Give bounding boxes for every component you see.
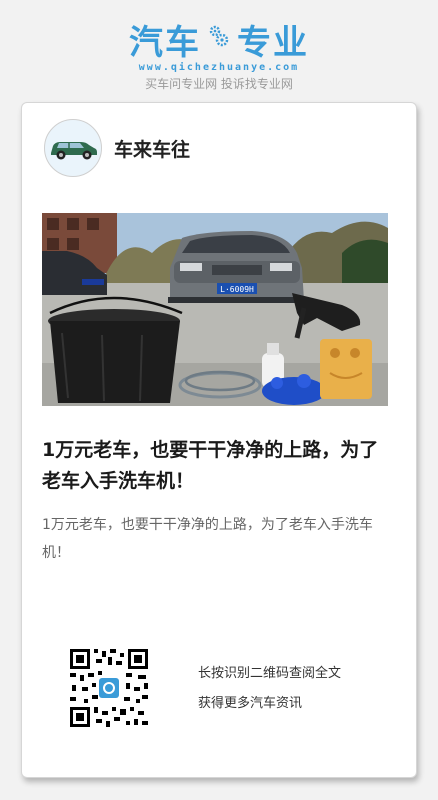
brand-logo-right: 专业	[237, 22, 309, 63]
author-row[interactable]: 车来车往	[44, 119, 190, 177]
qr-caption-line1: 长按识别二维码查阅全文	[198, 666, 342, 681]
qr-caption-line2: 获得更多汽车资讯	[198, 696, 303, 711]
article-summary: 1万元老车，也要干干净净的上路，为了老车入手洗车机！	[42, 517, 373, 561]
author-name: 车来车往	[114, 138, 191, 161]
qr-caption: 长按识别二维码查阅全文 获得更多汽车资讯	[198, 659, 341, 719]
green-car-avatar-icon[interactable]	[44, 119, 102, 177]
brand-logo-left: 汽车	[129, 22, 201, 63]
article-title[interactable]: 1万元老车，也要干干净净的上路，为了老车入手洗车机！	[42, 435, 392, 497]
brand-header: 汽车 专业 www.qichezhuanye.com 买车问专业网 投诉找专业网	[0, 18, 438, 92]
gear-icon	[207, 24, 231, 54]
brand-slogan: 买车问专业网 投诉找专业网	[145, 77, 293, 91]
brand-url: www.qichezhuanye.com	[138, 62, 300, 73]
brand-logo: 汽车 专业	[0, 18, 438, 63]
plate-text: L·6009H	[220, 285, 254, 294]
article-card[interactable]: 车来车往 L·6009H 1万元老车，也要干干净净的上路，为了老车入手洗车机！ …	[21, 102, 417, 778]
hero-image: L·6009H	[42, 213, 388, 406]
qr-code-icon[interactable]	[68, 647, 150, 729]
